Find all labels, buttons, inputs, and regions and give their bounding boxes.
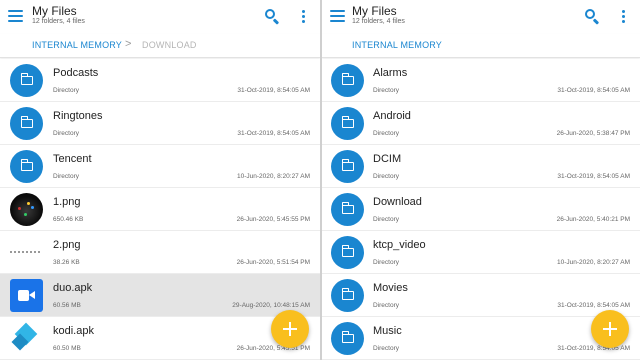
item-meta: Directory [373, 87, 400, 94]
folder-icon [331, 236, 364, 269]
item-date: 31-Oct-2019, 8:54:05 AM [557, 302, 630, 309]
hamburger-menu-icon[interactable] [330, 9, 345, 23]
folder-icon [10, 107, 43, 140]
file-list: Podcasts Directory 31-Oct-2019, 8:54:05 … [0, 59, 320, 360]
folder-summary: 12 folders, 4 files [352, 18, 405, 25]
item-meta: Directory [53, 130, 80, 137]
item-date: 26-Jun-2020, 5:45:55 PM [236, 216, 310, 223]
item-name: Tencent [53, 153, 92, 165]
list-item[interactable]: Android Directory 26-Jun-2020, 5:38:47 P… [322, 102, 640, 145]
breadcrumb-internal-memory[interactable]: INTERNAL MEMORY [352, 40, 442, 50]
item-date: 26-Jun-2020, 5:38:47 PM [556, 130, 630, 137]
item-date: 31-Oct-2019, 8:54:05 AM [237, 130, 310, 137]
hamburger-menu-icon[interactable] [8, 9, 23, 23]
item-name: Podcasts [53, 67, 99, 79]
folder-icon [331, 193, 364, 226]
item-meta: Directory [373, 302, 400, 309]
split-screen: My Files 12 folders, 4 files INTERNAL ME… [0, 0, 640, 360]
list-item[interactable]: Ringtones Directory 31-Oct-2019, 8:54:05… [0, 102, 320, 145]
add-fab-button[interactable] [591, 310, 629, 348]
folder-summary: 12 folders, 4 files [32, 18, 85, 25]
item-name: 2.png [53, 239, 81, 251]
kodi-app-icon [10, 322, 43, 355]
chevron-right-icon: > [125, 38, 132, 50]
list-item[interactable]: Alarms Directory 31-Oct-2019, 8:54:05 AM [322, 59, 640, 102]
item-meta: 650.46 KB [53, 216, 84, 223]
image-thumbnail [10, 236, 43, 269]
item-name: Alarms [373, 67, 408, 79]
list-item[interactable]: 2.png 38.26 KB 26-Jun-2020, 5:51:54 PM [0, 231, 320, 274]
item-name: Movies [373, 282, 408, 294]
list-item[interactable]: ktcp_video Directory 10-Jun-2020, 8:20:2… [322, 231, 640, 274]
list-item[interactable]: Tencent Directory 10-Jun-2020, 8:20:27 A… [0, 145, 320, 188]
list-item[interactable]: Podcasts Directory 31-Oct-2019, 8:54:05 … [0, 59, 320, 102]
list-item[interactable]: 1.png 650.46 KB 26-Jun-2020, 5:45:55 PM [0, 188, 320, 231]
list-item[interactable]: Download Directory 26-Jun-2020, 5:40:21 … [322, 188, 640, 231]
item-date: 31-Oct-2019, 8:54:05 AM [557, 87, 630, 94]
left-app-bar: My Files 12 folders, 4 files [0, 0, 320, 34]
breadcrumb-internal-memory[interactable]: INTERNAL MEMORY [32, 40, 122, 50]
item-date: 31-Oct-2019, 8:54:05 AM [557, 173, 630, 180]
search-icon[interactable] [584, 8, 600, 25]
folder-icon [331, 279, 364, 312]
left-file-pane: My Files 12 folders, 4 files INTERNAL ME… [0, 0, 320, 360]
breadcrumb: INTERNAL MEMORY [322, 34, 640, 58]
item-name: DCIM [373, 153, 402, 165]
item-date: 26-Jun-2020, 5:51:54 PM [236, 259, 310, 266]
item-meta: Directory [53, 173, 80, 180]
right-file-pane: My Files 12 folders, 4 files INTERNAL ME… [322, 0, 640, 360]
item-date: 26-Jun-2020, 5:40:21 PM [556, 216, 630, 223]
folder-icon [331, 107, 364, 140]
item-meta: Directory [373, 216, 400, 223]
item-meta: 60.56 MB [53, 302, 81, 309]
item-name: Android [373, 110, 411, 122]
item-name: kodi.apk [53, 325, 94, 337]
folder-icon [331, 322, 364, 355]
item-name: Music [373, 325, 402, 337]
image-thumbnail [10, 193, 43, 226]
add-fab-button[interactable] [271, 310, 309, 348]
item-name: Ringtones [53, 110, 103, 122]
item-date: 29-Aug-2020, 10:48:15 AM [232, 302, 310, 309]
folder-icon [331, 64, 364, 97]
item-meta: Directory [53, 87, 80, 94]
search-icon[interactable] [264, 8, 280, 25]
item-name: 1.png [53, 196, 81, 208]
item-meta: Directory [373, 173, 400, 180]
item-meta: 38.26 KB [53, 259, 80, 266]
file-list: Alarms Directory 31-Oct-2019, 8:54:05 AM… [322, 59, 640, 360]
item-meta: 60.50 MB [53, 345, 81, 352]
item-date: 31-Oct-2019, 8:54:05 AM [557, 345, 630, 352]
item-date: 26-Jun-2020, 5:45:51 PM [236, 345, 310, 352]
item-name: Download [373, 196, 422, 208]
breadcrumb-download[interactable]: DOWNLOAD [142, 40, 197, 50]
list-item[interactable]: DCIM Directory 31-Oct-2019, 8:54:05 AM [322, 145, 640, 188]
item-meta: Directory [373, 259, 400, 266]
item-meta: Directory [373, 345, 400, 352]
item-name: duo.apk [53, 282, 93, 294]
more-options-icon[interactable] [621, 9, 627, 25]
item-date: 31-Oct-2019, 8:54:05 AM [237, 87, 310, 94]
list-item[interactable]: Movies Directory 31-Oct-2019, 8:54:05 AM [322, 274, 640, 317]
item-date: 10-Jun-2020, 8:20:27 AM [237, 173, 310, 180]
item-date: 10-Jun-2020, 8:20:27 AM [557, 259, 630, 266]
breadcrumb: INTERNAL MEMORY > DOWNLOAD [0, 34, 320, 58]
app-title: My Files [352, 4, 397, 18]
more-options-icon[interactable] [301, 9, 307, 25]
app-title: My Files [32, 4, 77, 18]
folder-icon [10, 64, 43, 97]
duo-app-icon [10, 279, 43, 312]
item-meta: Directory [373, 130, 400, 137]
item-name: ktcp_video [373, 239, 426, 251]
folder-icon [331, 150, 364, 183]
right-app-bar: My Files 12 folders, 4 files [322, 0, 640, 34]
list-item-selected[interactable]: duo.apk 60.56 MB 29-Aug-2020, 10:48:15 A… [0, 274, 320, 317]
folder-icon [10, 150, 43, 183]
